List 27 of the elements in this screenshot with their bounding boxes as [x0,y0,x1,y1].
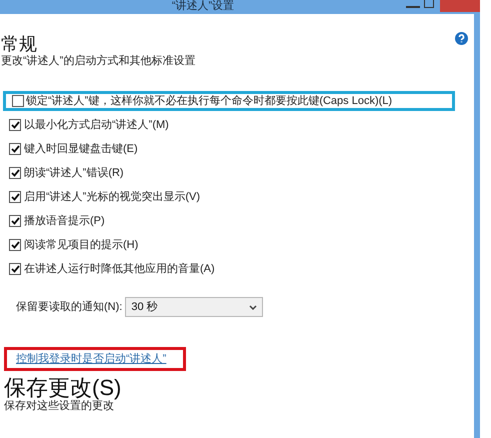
notification-dropdown[interactable]: 30 秒 [125,297,264,317]
checkbox[interactable] [9,215,21,227]
checkbox[interactable] [12,95,24,107]
section-title: 常规 [1,34,37,54]
save-changes-heading[interactable]: 保存更改(S) [4,376,122,400]
section-description: 更改“讲述人”的启动方式和其他标准设置 [1,54,196,68]
checkbox-label: 启用“讲述人”光标的视觉突出显示(V) [24,190,200,205]
save-changes-description: 保存对这些设置的更改 [4,400,114,413]
checkbox-label: 键入时回显键盘击键(E) [24,142,138,157]
checkbox-label: 以最小化方式启动“讲述人”(M) [24,118,169,133]
checkbox-label: 锁定“讲述人”键，这样你就不必在执行每个命令时都要按此键(Caps Lock)(L) [26,94,392,109]
startup-link[interactable]: 控制我登录时是否启动“讲述人” [16,350,166,368]
checkbox[interactable] [9,263,21,275]
window-title: “讲述人”设置 [172,0,234,13]
maximize-button[interactable] [424,0,434,8]
checkbox[interactable] [9,119,21,131]
checkbox[interactable] [9,167,21,179]
checkbox-label: 朗读“讲述人”错误(R) [24,166,124,181]
chevron-down-icon [249,304,258,310]
notification-label: 保留要读取的通知(N): [16,300,122,315]
checkbox-label: 播放语音提示(P) [24,214,105,229]
checkbox-label: 在讲述人运行时降低其他应用的音量(A) [24,262,215,277]
checkbox-label: 阅读常见项目的提示(H) [24,238,138,253]
checkbox[interactable] [9,143,21,155]
help-icon[interactable] [455,32,468,45]
checkbox[interactable] [9,191,21,203]
checkbox[interactable] [9,239,21,251]
